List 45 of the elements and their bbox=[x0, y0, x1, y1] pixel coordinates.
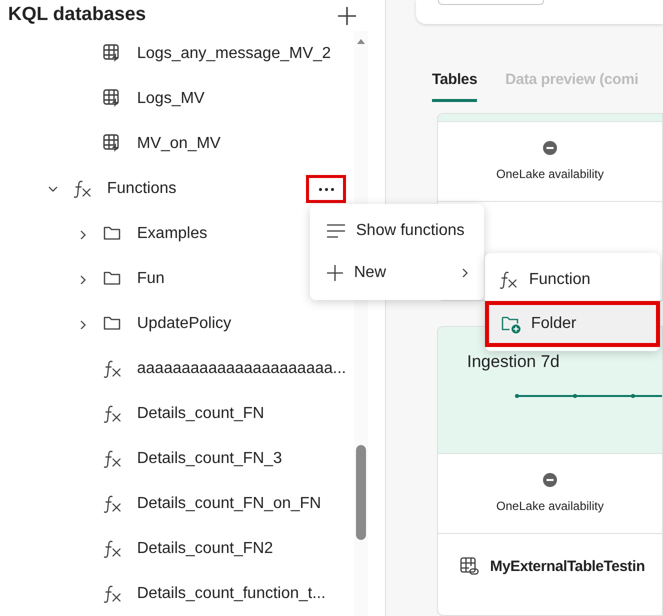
more-options-button[interactable] bbox=[309, 178, 343, 200]
tree-item[interactable]: Logs_any_message_MV_2 bbox=[137, 42, 331, 66]
minus-circle-icon bbox=[543, 472, 557, 486]
tree-item[interactable]: aaaaaaaaaaaaaaaaaaaaaa... bbox=[137, 356, 346, 380]
scrollbar-thumb[interactable] bbox=[356, 445, 366, 540]
folder-add-icon bbox=[501, 314, 521, 334]
function-icon bbox=[103, 538, 123, 558]
minus-circle-icon bbox=[543, 140, 557, 154]
tree-item[interactable]: MV_on_MV bbox=[137, 132, 221, 156]
function-icon bbox=[73, 178, 93, 198]
tree-item[interactable]: Functions bbox=[107, 176, 176, 200]
lines-icon bbox=[326, 222, 346, 240]
menu-item[interactable]: Folder bbox=[487, 303, 658, 345]
tree-item[interactable]: UpdatePolicy bbox=[137, 312, 232, 336]
function-icon bbox=[103, 584, 123, 604]
availability-label: OneLake availability bbox=[496, 498, 604, 514]
add-icon[interactable] bbox=[337, 6, 357, 26]
chevron-right-icon[interactable] bbox=[78, 318, 88, 328]
tree-item[interactable]: Logs_MV bbox=[137, 86, 205, 110]
function-icon bbox=[499, 270, 519, 290]
tree-item[interactable]: Details_count_FN_3 bbox=[137, 446, 282, 470]
chevron-down-icon[interactable] bbox=[48, 184, 58, 194]
menu-item[interactable]: New bbox=[310, 252, 484, 294]
tree-item[interactable]: Details_count_FN bbox=[137, 402, 264, 426]
function-icon bbox=[103, 404, 123, 424]
table-name: MyExternalTableTestin bbox=[490, 557, 645, 577]
panel-title: KQL databases bbox=[8, 3, 146, 28]
chart-title: Ingestion 7d bbox=[467, 352, 560, 371]
scroll-up-icon bbox=[356, 37, 366, 45]
chevron-right-icon[interactable] bbox=[78, 228, 88, 238]
function-icon bbox=[103, 494, 123, 514]
chevron-right-icon[interactable] bbox=[78, 274, 88, 284]
tree-item[interactable]: Fun bbox=[137, 266, 165, 290]
tree-item[interactable]: Details_count_function_t... bbox=[137, 582, 326, 606]
tree-item[interactable]: Details_count_FN_on_FN bbox=[137, 492, 322, 516]
tab[interactable]: Tables bbox=[432, 62, 478, 102]
external-table-icon bbox=[460, 557, 480, 578]
menu-item[interactable]: Show functions bbox=[310, 210, 484, 252]
menu-item[interactable]: Function bbox=[485, 259, 660, 301]
function-icon bbox=[103, 358, 123, 378]
function-icon bbox=[103, 448, 123, 468]
tree-item[interactable]: Details_count_FN2 bbox=[137, 536, 274, 560]
tree-item[interactable]: Examples bbox=[137, 222, 208, 246]
availability-label: OneLake availability bbox=[496, 166, 604, 182]
add-icon bbox=[326, 264, 344, 282]
